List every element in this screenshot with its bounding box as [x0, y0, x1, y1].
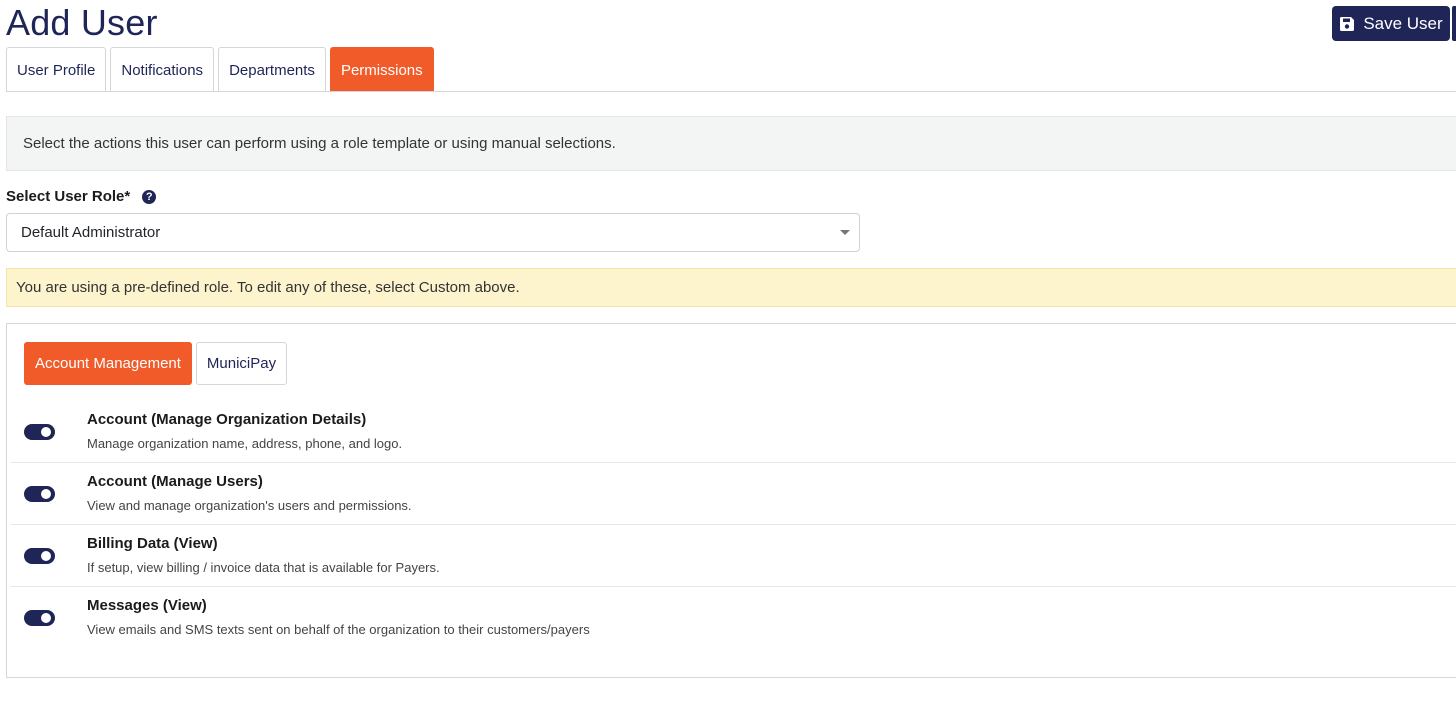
- caret-down-icon: [840, 230, 850, 235]
- tabs-divider: [6, 91, 1456, 92]
- role-select[interactable]: Default Administrator: [6, 213, 860, 252]
- permission-toggle[interactable]: [24, 610, 55, 626]
- permission-category-tabs: Account Management MuniciPay: [24, 342, 288, 385]
- permission-row: Account (Manage Users) View and manage o…: [11, 463, 1456, 525]
- permission-title: Messages (View): [87, 597, 207, 614]
- page-title: Add User: [6, 2, 158, 43]
- save-user-label: Save User: [1363, 13, 1443, 33]
- toggle-knob: [41, 427, 51, 437]
- role-label-group: Select User Role* ?: [6, 188, 157, 205]
- tab-notifications[interactable]: Notifications: [110, 47, 215, 92]
- permissions-panel: Account Management MuniciPay Account (Ma…: [6, 323, 1456, 678]
- floppy-disk-icon: [1339, 16, 1355, 32]
- permission-toggle[interactable]: [24, 486, 55, 502]
- toggle-knob: [41, 613, 51, 623]
- permission-title: Billing Data (View): [87, 535, 218, 552]
- role-select-value: Default Administrator: [21, 224, 161, 241]
- subtab-account-management[interactable]: Account Management: [24, 342, 192, 385]
- toolbar-edge: [1452, 6, 1456, 41]
- user-tabs: User Profile Notifications Departments P…: [6, 47, 434, 92]
- predefined-role-warning: You are using a pre-defined role. To edi…: [6, 268, 1456, 307]
- permission-row: Messages (View) View emails and SMS text…: [11, 587, 1456, 649]
- permission-description: View and manage organization's users and…: [87, 498, 412, 513]
- tab-user-profile[interactable]: User Profile: [6, 47, 107, 92]
- permission-description: Manage organization name, address, phone…: [87, 436, 403, 451]
- toggle-knob: [41, 551, 51, 561]
- permission-description: View emails and SMS texts sent on behalf…: [87, 622, 590, 637]
- permission-row: Billing Data (View) If setup, view billi…: [11, 525, 1456, 587]
- permission-title: Account (Manage Organization Details): [87, 411, 367, 428]
- permission-toggle[interactable]: [24, 548, 55, 564]
- permission-title: Account (Manage Users): [87, 473, 263, 490]
- warning-text: You are using a pre-defined role. To edi…: [16, 279, 520, 296]
- role-label: Select User Role*: [6, 188, 131, 205]
- save-user-button[interactable]: Save User: [1332, 6, 1450, 41]
- subtab-municipay[interactable]: MuniciPay: [195, 342, 288, 385]
- permission-description: If setup, view billing / invoice data th…: [87, 560, 440, 575]
- info-text: Select the actions this user can perform…: [23, 135, 616, 152]
- info-box: Select the actions this user can perform…: [6, 116, 1456, 171]
- tab-permissions[interactable]: Permissions: [329, 47, 434, 92]
- permission-row: Account (Manage Organization Details) Ma…: [11, 401, 1456, 463]
- question-circle-icon[interactable]: ?: [142, 189, 157, 204]
- permission-list: Account (Manage Organization Details) Ma…: [11, 401, 1456, 649]
- toggle-knob: [41, 489, 51, 499]
- tab-departments[interactable]: Departments: [218, 47, 326, 92]
- permission-toggle[interactable]: [24, 424, 55, 440]
